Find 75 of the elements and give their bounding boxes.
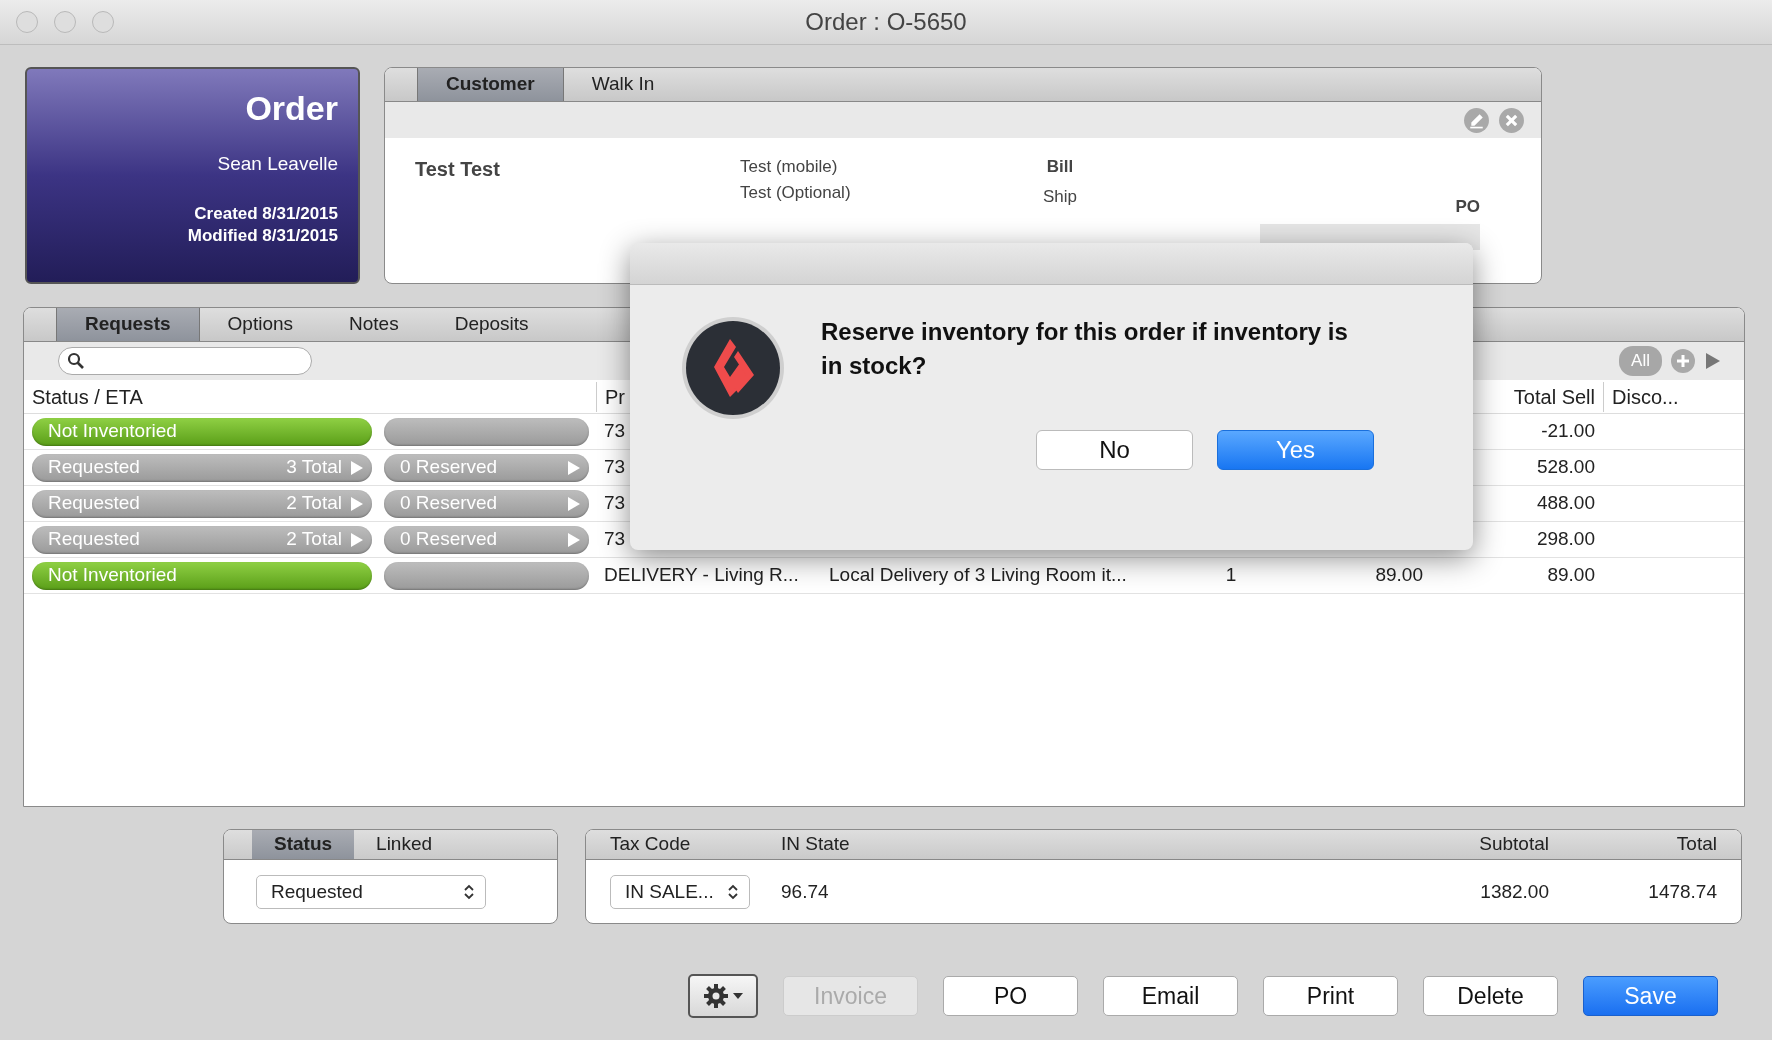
order-heading: Order <box>244 88 338 129</box>
close-window-icon[interactable] <box>16 11 38 33</box>
table-cell: 73 <box>604 492 626 514</box>
tab[interactable]: Requests <box>56 308 200 341</box>
table-cell: 528.00 <box>1536 456 1595 478</box>
add-icon[interactable] <box>1670 348 1696 374</box>
caret-icon <box>733 993 743 999</box>
reserved-pill[interactable] <box>384 561 589 590</box>
column-header: Subtotal <box>1479 833 1549 855</box>
created-date: Created 8/31/2015 <box>193 202 338 225</box>
column-header[interactable]: Disco... <box>1612 385 1679 408</box>
tab[interactable]: Customer <box>417 68 564 101</box>
triangle-icon <box>567 531 581 548</box>
toolbar-button[interactable]: Delete <box>1423 976 1558 1016</box>
bill-label: Bill <box>1046 156 1074 178</box>
salesperson-name: Sean Leavelle <box>216 152 338 176</box>
stepper-icon <box>727 883 739 901</box>
reserved-pill[interactable] <box>384 417 589 446</box>
triangle-icon <box>567 459 581 476</box>
table-cell: 73 <box>604 420 626 442</box>
minimize-window-icon[interactable] <box>54 11 76 33</box>
settings-icon <box>703 983 729 1009</box>
tab[interactable]: Linked <box>354 830 455 859</box>
triangle-icon <box>350 459 364 476</box>
table-cell: 73 <box>604 456 626 478</box>
column-header[interactable]: Total Sell <box>1513 385 1595 408</box>
table-cell: 488.00 <box>1536 492 1595 514</box>
triangle-icon <box>350 531 364 548</box>
toolbar-button[interactable]: Save <box>1583 976 1718 1016</box>
subtotal-amount: 1382.00 <box>1480 880 1549 902</box>
status-select[interactable]: Requested <box>256 875 486 909</box>
column-header: Tax Code <box>610 833 691 855</box>
triangle-icon <box>350 495 364 512</box>
search-icon <box>67 352 85 370</box>
toolbar-button[interactable]: Email <box>1103 976 1238 1016</box>
column-header: Total <box>1676 833 1717 855</box>
stepper-icon <box>463 883 475 901</box>
column-header[interactable]: Status / ETA <box>32 385 143 408</box>
close-icon[interactable] <box>1498 106 1525 134</box>
column-header[interactable]: Pr <box>605 385 625 408</box>
column-header: IN State <box>781 833 850 855</box>
toolbar-button[interactable]: Print <box>1263 976 1398 1016</box>
tab[interactable]: Notes <box>321 308 427 341</box>
toolbar-button[interactable]: PO <box>943 976 1078 1016</box>
app-logo-icon <box>680 315 786 421</box>
search-field[interactable] <box>58 347 312 375</box>
tax-code-select[interactable]: IN SALE... <box>610 875 750 909</box>
tax-amount: 96.74 <box>781 880 829 902</box>
po-label: PO <box>1455 196 1480 218</box>
phone-number: Test (mobile) <box>740 156 838 178</box>
tab[interactable]: Walk In <box>563 68 683 101</box>
phone-number: Test (Optional) <box>740 181 851 204</box>
tab[interactable]: Options <box>199 308 321 341</box>
dialog-button[interactable]: No <box>1036 430 1193 471</box>
ship-label: Ship <box>1043 185 1077 208</box>
table-cell: -21.00 <box>1541 420 1595 442</box>
table-cell: 298.00 <box>1536 528 1595 550</box>
window-title: Order : O-5650 <box>805 8 967 35</box>
modified-date: Modified 8/31/2015 <box>186 224 338 247</box>
settings-menu-button[interactable] <box>688 974 758 1018</box>
table-cell: Local Delivery of 3 Living Room it... <box>829 564 1127 586</box>
table-cell: DELIVERY - Living R... <box>604 564 799 586</box>
triangle-icon <box>567 495 581 512</box>
total-amount: 1478.74 <box>1648 880 1717 902</box>
table-cell: 89.00 <box>1375 564 1423 586</box>
tab[interactable]: Status <box>252 830 355 859</box>
edit-icon[interactable] <box>1463 106 1490 134</box>
zoom-window-icon[interactable] <box>92 11 114 33</box>
table-cell: 1 <box>1225 564 1237 586</box>
customer-name: Test Test <box>415 158 500 180</box>
play-icon[interactable] <box>1704 351 1722 371</box>
tab[interactable]: Deposits <box>426 308 557 341</box>
table-cell: 73 <box>604 528 626 550</box>
dialog-message: Reserve inventory for this order if inventory is in stock? <box>821 317 1349 381</box>
table-cell: 89.00 <box>1547 564 1595 586</box>
